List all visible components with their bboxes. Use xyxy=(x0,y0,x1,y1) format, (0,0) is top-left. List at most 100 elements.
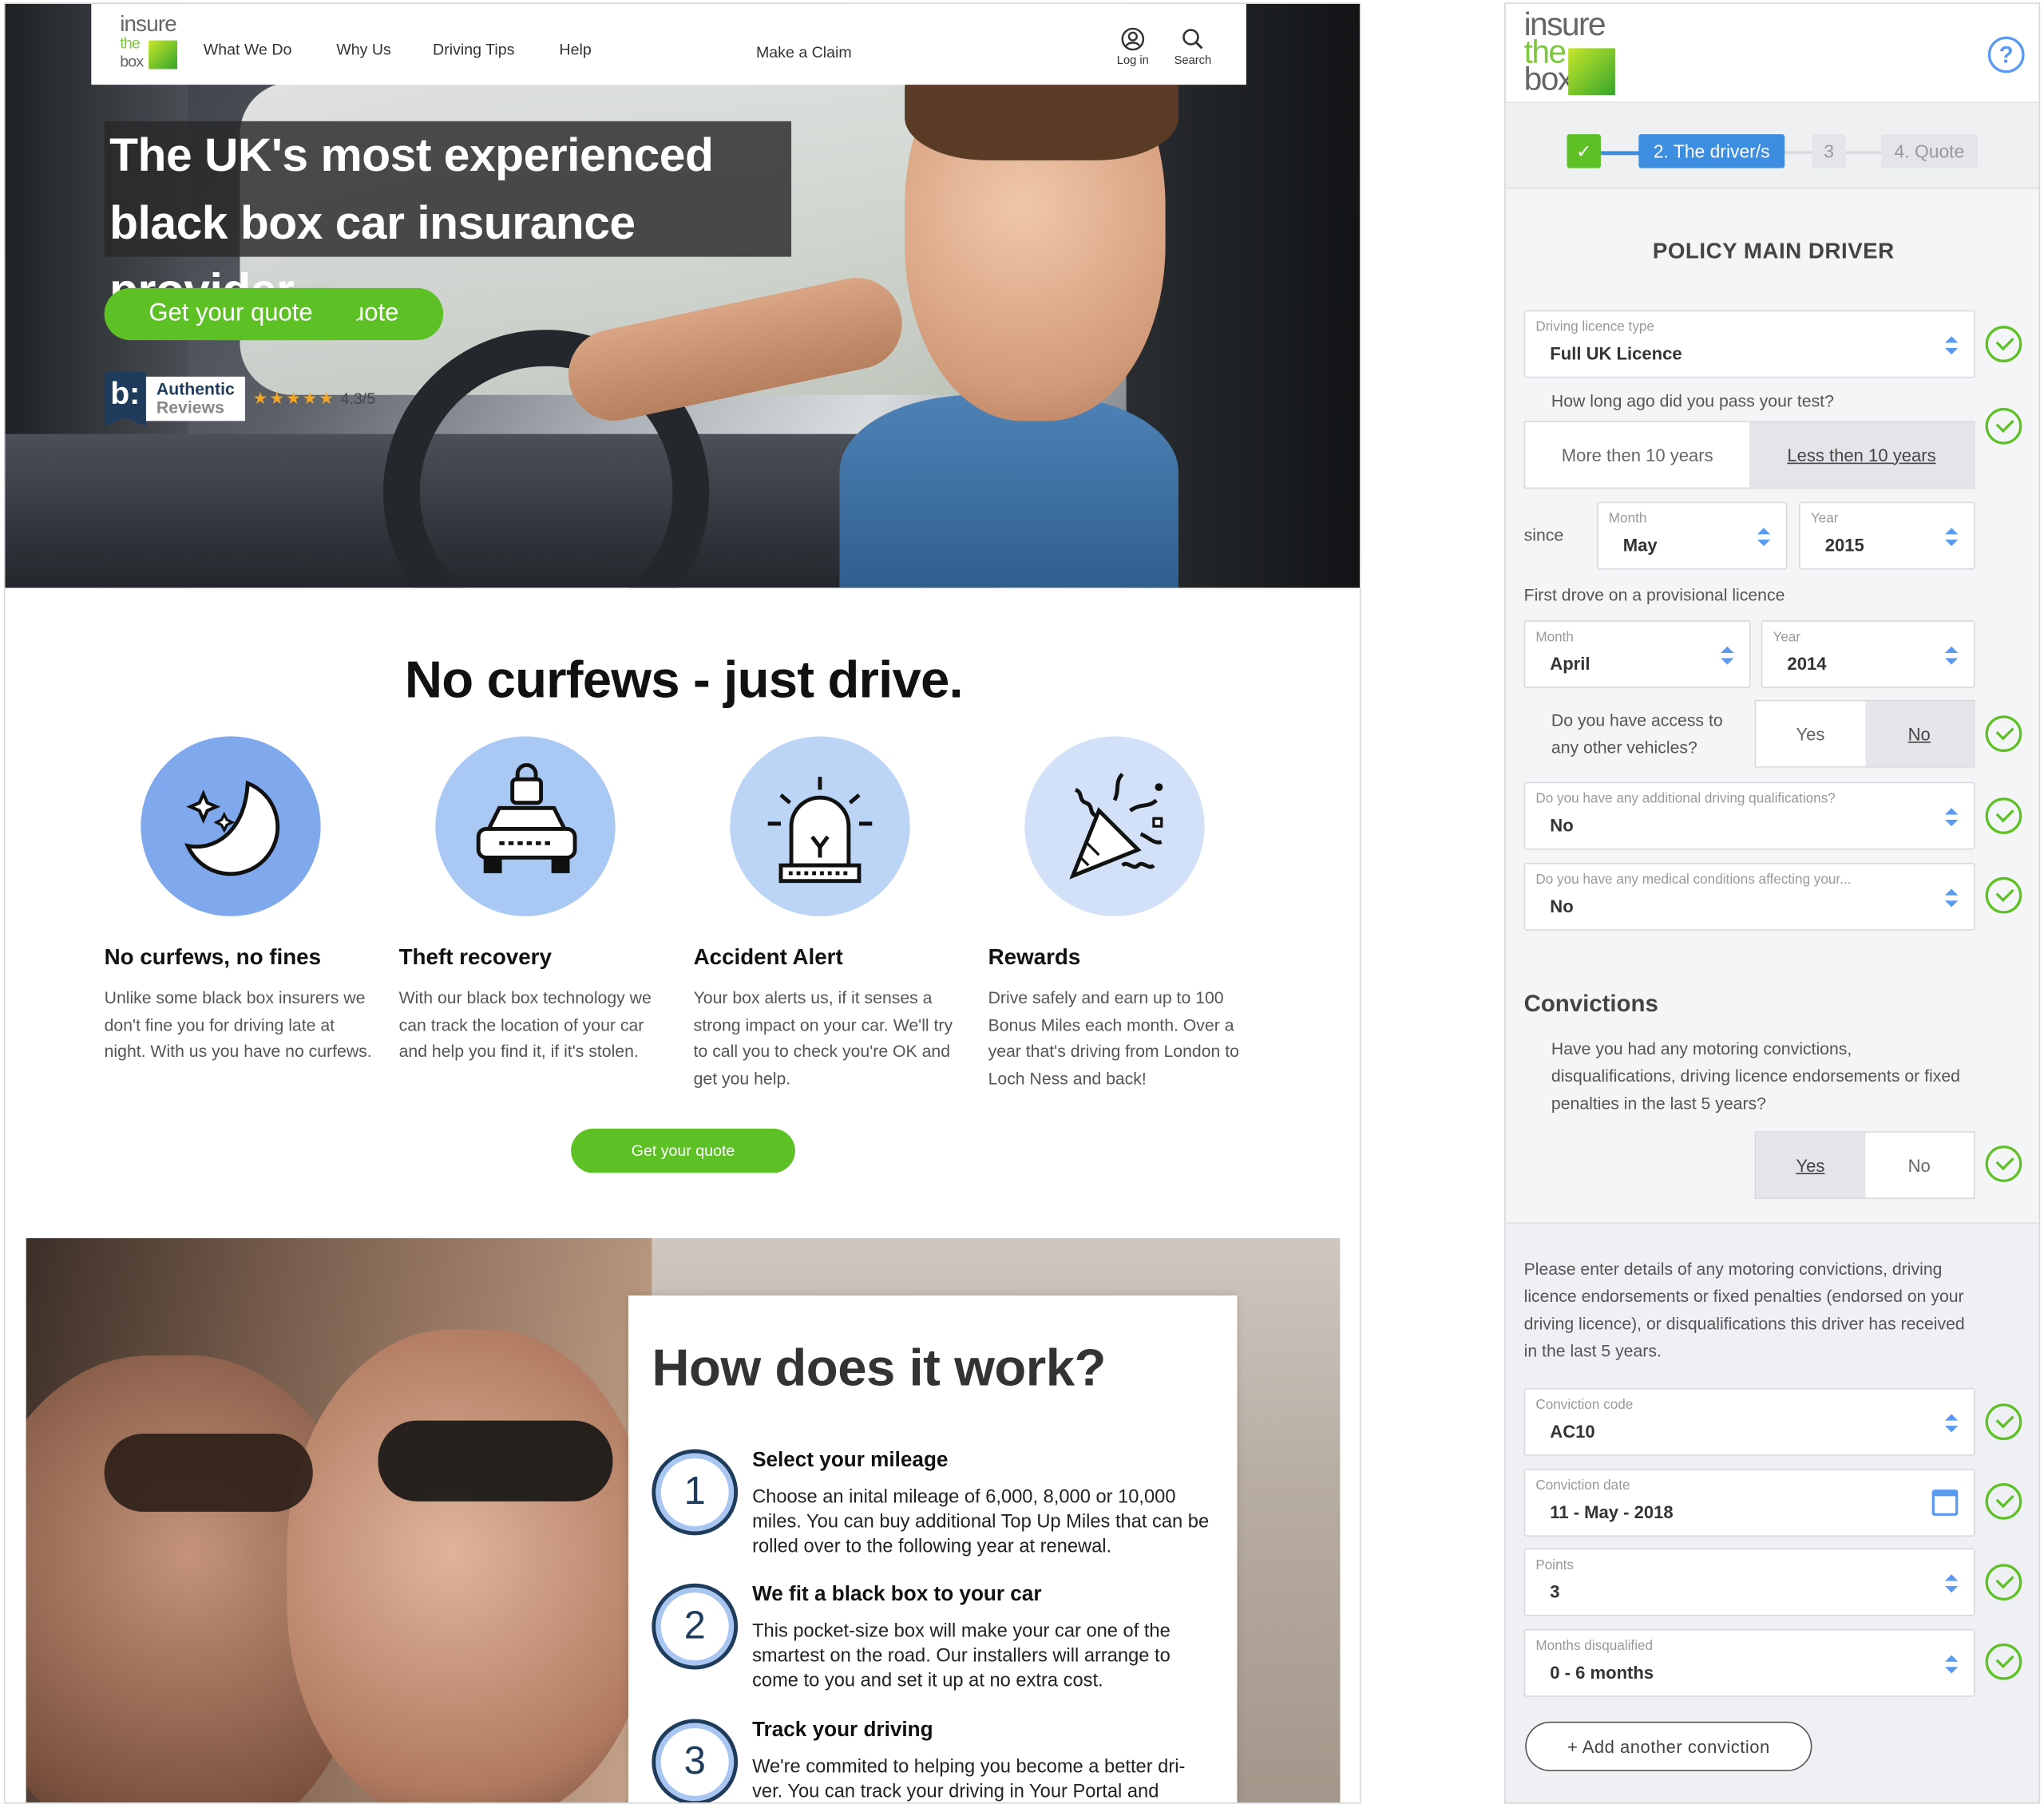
authentic-reviews-badge[interactable]: b: Authentic Reviews ★★★★★ 4.3/5 xyxy=(104,371,376,426)
login-label: Log in xyxy=(1116,53,1149,67)
hero-quote-button[interactable]: Get your quote xyxy=(104,287,358,341)
field-value: No xyxy=(1550,896,1574,916)
option-less-10-years[interactable]: Less then 10 years xyxy=(1749,421,1974,488)
nav-make-claim[interactable]: Make a Claim xyxy=(756,43,852,61)
valid-check-icon xyxy=(1985,715,2022,753)
moon-stars-icon xyxy=(141,736,321,916)
step-3: 3 xyxy=(1812,134,1846,168)
quote-form-panel: insure the box ? ✓ 2. The driver/s 3 4. … xyxy=(1504,2,2041,1804)
passed-test-question: How long ago did you pass your test? xyxy=(1551,390,1834,411)
reviews-logo-icon: b: xyxy=(104,371,146,426)
convictions-no[interactable]: No xyxy=(1865,1133,1974,1198)
since-label: since xyxy=(1523,524,1564,545)
valid-check-icon xyxy=(1985,1403,2022,1441)
form-header: insure the box ? xyxy=(1505,3,2039,103)
step-drivers[interactable]: 2. The driver/s xyxy=(1638,134,1785,168)
valid-check-icon xyxy=(1985,326,2022,362)
valid-check-icon xyxy=(1985,408,2022,445)
reviews-text: Authentic Reviews xyxy=(145,376,245,421)
search-button[interactable]: Search xyxy=(1167,27,1218,66)
points-select[interactable]: Points 3 xyxy=(1523,1548,1975,1616)
provisional-year-select[interactable]: Year 2014 xyxy=(1761,620,1975,689)
feature-title: Accident Alert xyxy=(693,944,843,970)
field-label: Do you have any medical conditions affec… xyxy=(1535,872,1852,888)
site-logo[interactable]: insure the box xyxy=(120,13,182,76)
convictions-title: Convictions xyxy=(1523,990,1658,1017)
field-label: Month xyxy=(1608,511,1647,527)
hero-banner: insure the box What We Do Why Us Driving… xyxy=(5,3,1360,588)
features-quote-button[interactable]: Get your quote xyxy=(571,1128,795,1173)
field-value: 2015 xyxy=(1824,536,1864,556)
field-value: 11 - May - 2018 xyxy=(1550,1502,1674,1522)
field-label: Year xyxy=(1773,629,1801,646)
features-title: No curfews - just drive. xyxy=(404,651,964,710)
conviction-code-select[interactable]: Conviction code AC10 xyxy=(1523,1387,1975,1456)
valid-check-icon xyxy=(1985,1564,2022,1600)
feature-text: Unlike some black box insurers we don't … xyxy=(104,987,372,1062)
since-month-select[interactable]: Month May xyxy=(1597,501,1788,570)
feature-card: Rewards Drive safely and earn up to 100 … xyxy=(988,736,1262,1092)
select-arrows-icon xyxy=(1944,1655,1959,1674)
step-text: We're commited to helping you become a b… xyxy=(752,1756,1186,1803)
logo-square xyxy=(1568,48,1615,96)
other-vehicles-no[interactable]: No xyxy=(1864,701,1974,767)
valid-check-icon xyxy=(1985,876,2022,914)
headline-line: The UK's most experienced xyxy=(109,128,714,181)
months-disqualified-select[interactable]: Months disqualified 0 - 6 months xyxy=(1523,1628,1975,1697)
step-title: We fit a black box to your car xyxy=(752,1583,1042,1606)
login-button[interactable]: Log in xyxy=(1107,27,1159,66)
valid-check-icon xyxy=(1985,1145,2022,1182)
reviews-line: Authentic xyxy=(156,379,235,399)
select-arrows-icon xyxy=(1721,646,1734,665)
licence-type-select[interactable]: Driving licence type Full UK Licence xyxy=(1523,310,1975,378)
top-nav: insure the box What We Do Why Us Driving… xyxy=(91,3,1246,341)
nav-driving-tips[interactable]: Driving Tips xyxy=(433,41,514,59)
nav-help[interactable]: Help xyxy=(559,41,591,59)
select-arrows-icon xyxy=(1757,528,1771,547)
feature-card: Accident Alert Your box alerts us, if it… xyxy=(694,736,968,1092)
nav-why-us[interactable]: Why Us xyxy=(336,41,391,59)
field-value: April xyxy=(1550,654,1590,675)
conviction-details-text: Please enter details of any motoring con… xyxy=(1523,1259,1965,1361)
calendar-icon[interactable] xyxy=(1931,1490,1959,1516)
since-year-select[interactable]: Year 2015 xyxy=(1799,501,1975,570)
nav-what-we-do[interactable]: What We Do xyxy=(204,41,292,59)
valid-check-icon xyxy=(1985,1643,2022,1680)
step-text: This pocket-size box will make your car … xyxy=(752,1621,1171,1692)
how-it-works-card: How does it work? 1 Select your mileage … xyxy=(628,1295,1238,1803)
search-label: Search xyxy=(1174,53,1212,67)
field-label: Points xyxy=(1535,1557,1574,1573)
feature-title: Theft recovery xyxy=(398,944,552,970)
rating-score: 4.3/5 xyxy=(340,390,376,409)
conviction-date-field[interactable]: Conviction date 11 - May - 2018 xyxy=(1523,1469,1975,1537)
medical-conditions-select[interactable]: Do you have any medical conditions affec… xyxy=(1523,862,1975,931)
other-vehicles-yes[interactable]: Yes xyxy=(1756,701,1864,766)
step-done-check-icon[interactable]: ✓ xyxy=(1567,134,1601,168)
reviews-line: Reviews xyxy=(156,397,224,417)
field-value: 0 - 6 months xyxy=(1550,1663,1654,1683)
option-more-10-years[interactable]: More then 10 years xyxy=(1525,422,1749,488)
form-logo[interactable]: insure the box xyxy=(1524,9,1615,96)
convictions-toggle: Yes No xyxy=(1754,1131,1975,1200)
other-vehicles-toggle: Yes No xyxy=(1754,699,1975,768)
qualifications-select[interactable]: Do you have any additional driving quali… xyxy=(1523,781,1975,850)
feature-text: Your box alerts us, if it senses a stron… xyxy=(693,987,953,1088)
provisional-month-select[interactable]: Month April xyxy=(1523,620,1751,689)
add-conviction-button[interactable]: + Add another conviction xyxy=(1525,1721,1812,1771)
step-title: Track your driving xyxy=(752,1719,933,1742)
field-label: Year xyxy=(1810,511,1839,527)
field-label: Driving licence type xyxy=(1535,319,1654,335)
help-icon[interactable]: ? xyxy=(1987,36,2025,73)
valid-check-icon xyxy=(1985,797,2022,834)
how-title: How does it work? xyxy=(652,1339,1106,1398)
field-label: Month xyxy=(1535,629,1574,646)
step-number-icon: 2 xyxy=(652,1583,739,1670)
step-text: Choose an inital mileage of 6,000, 8,000… xyxy=(752,1486,1210,1558)
party-popper-icon xyxy=(1024,736,1205,916)
convictions-yes[interactable]: Yes xyxy=(1756,1132,1865,1198)
select-arrows-icon xyxy=(1944,336,1959,355)
search-icon xyxy=(1182,29,1203,49)
valid-check-icon xyxy=(1985,1483,2022,1520)
section-title: POLICY MAIN DRIVER xyxy=(1652,238,1895,263)
field-value: May xyxy=(1622,536,1658,556)
